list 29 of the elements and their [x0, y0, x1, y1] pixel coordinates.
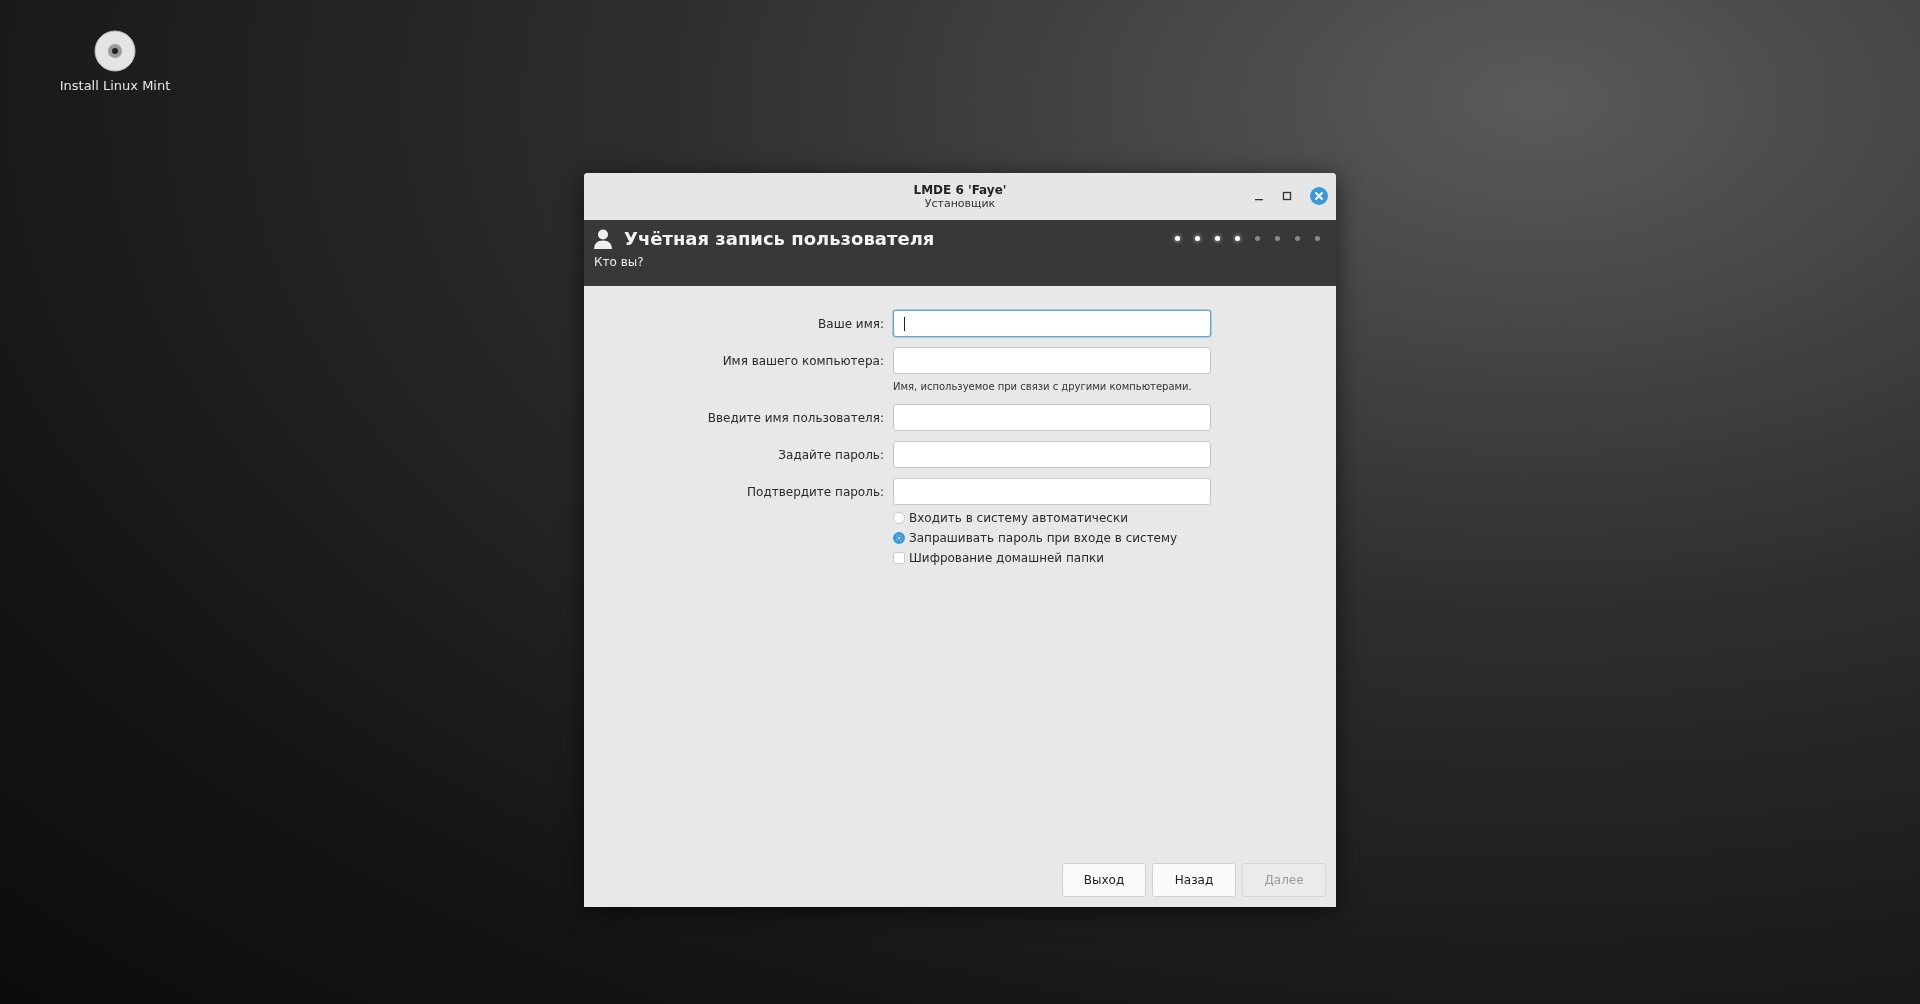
- maximize-icon[interactable]: [1282, 191, 1292, 201]
- field-label: Подтвердите пароль:: [746, 484, 884, 499]
- checkbox[interactable]: [893, 552, 905, 564]
- field-label: Введите имя пользователя:: [706, 410, 884, 425]
- text-field[interactable]: [893, 404, 1211, 431]
- dialog-button[interactable]: Выход: [1062, 863, 1146, 897]
- page-subtitle: Кто вы?: [594, 255, 645, 269]
- option-label[interactable]: Запрашивать пароль при входе в систему: [909, 531, 1178, 545]
- radio-button[interactable]: [893, 512, 905, 524]
- desktop-icon-label[interactable]: Install Linux Mint: [59, 78, 171, 93]
- text-field[interactable]: [893, 310, 1211, 337]
- page-title: Учётная запись пользователя: [624, 228, 936, 249]
- text-field[interactable]: [893, 478, 1211, 505]
- text-field[interactable]: [893, 441, 1211, 468]
- close-icon[interactable]: [1310, 187, 1328, 205]
- dialog-button[interactable]: Назад: [1152, 863, 1236, 897]
- text-field[interactable]: [893, 347, 1211, 374]
- radio-button[interactable]: [893, 532, 905, 544]
- field-hint: Имя, используемое при связи с другими компьютерами.: [893, 381, 1193, 392]
- window-title: LMDE 6 'Faye': [913, 182, 1007, 198]
- option-label[interactable]: Шифрование домашней папки: [909, 551, 1105, 565]
- disc-icon[interactable]: [94, 30, 136, 72]
- field-label: Ваше имя:: [817, 316, 884, 331]
- user-icon: [594, 228, 612, 249]
- text-caret: [904, 316, 905, 331]
- field-label: Имя вашего компьютера:: [721, 353, 884, 368]
- option-label[interactable]: Входить в систему автоматически: [909, 511, 1128, 525]
- field-label: Задайте пароль:: [777, 447, 884, 462]
- window-subtitle: Установщик: [924, 197, 996, 211]
